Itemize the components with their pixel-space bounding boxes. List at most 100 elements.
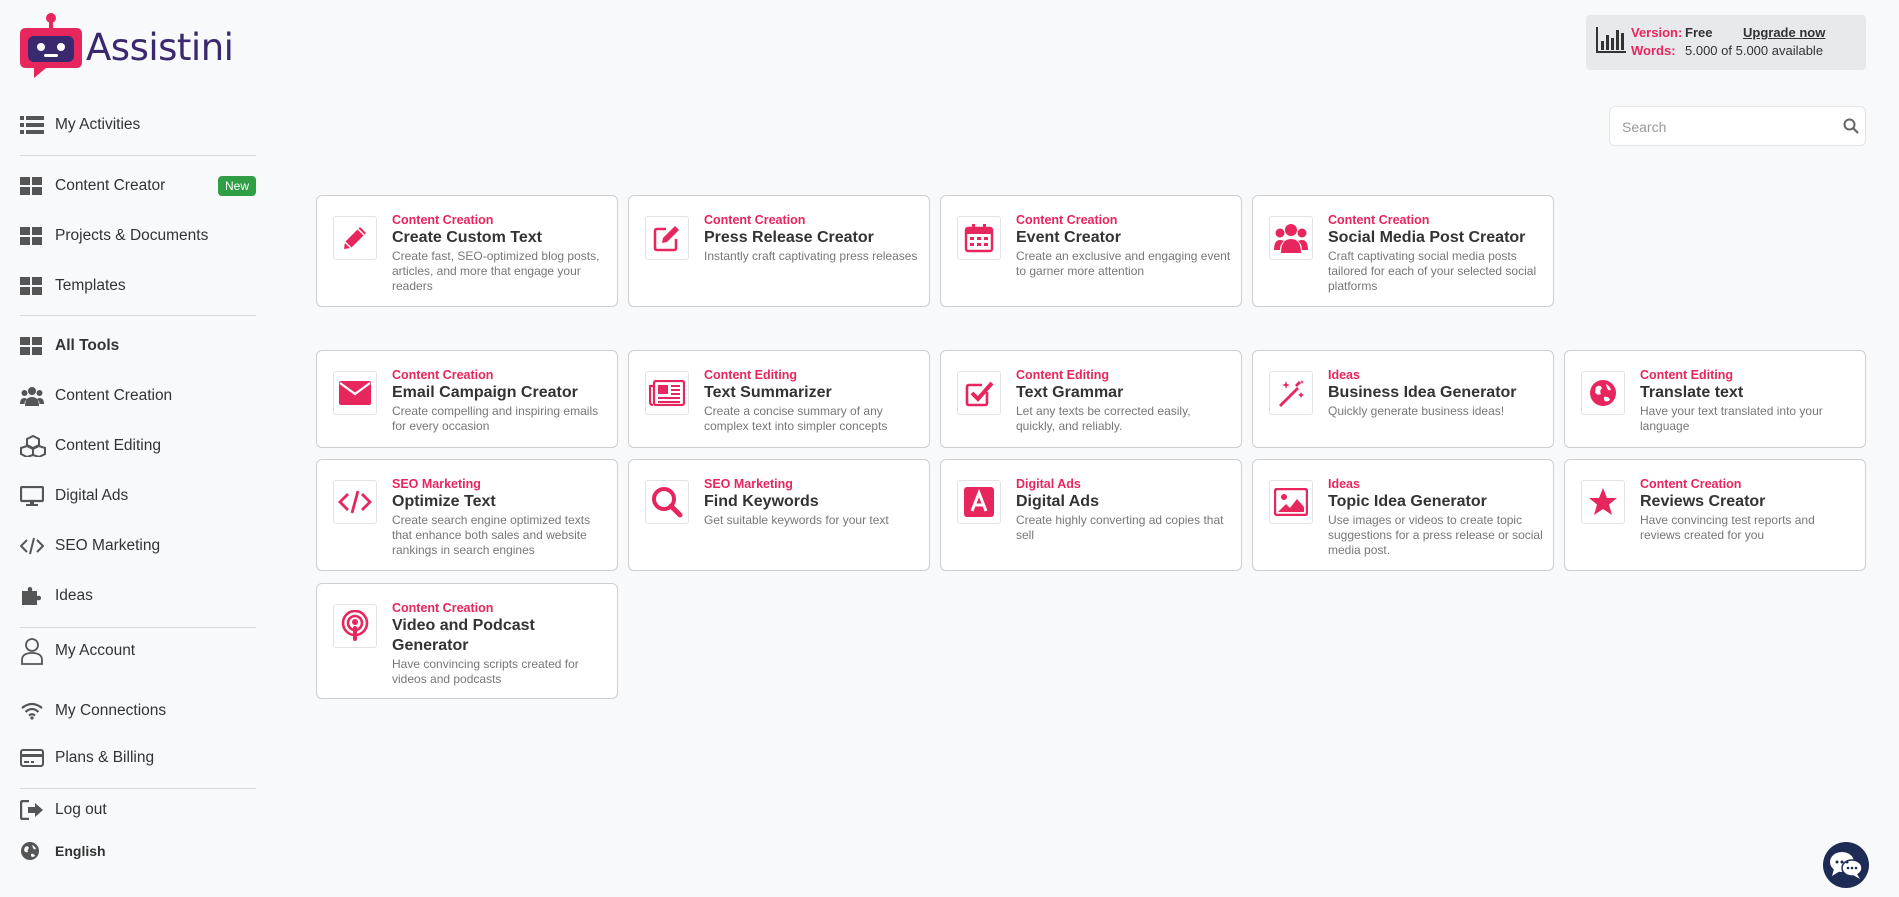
tool-card-create-custom-text[interactable]: Content Creation Create Custom Text Crea… <box>316 195 618 307</box>
tool-card-optimize-text[interactable]: SEO Marketing Optimize Text Create searc… <box>316 459 618 571</box>
logout-icon <box>20 799 46 821</box>
version-row: Version: Free <box>1631 25 1712 40</box>
envelope-icon <box>333 371 377 415</box>
sidebar-item-log-out[interactable]: Log out <box>20 795 256 825</box>
search-input[interactable] <box>1622 116 1822 138</box>
bar-chart-icon <box>1596 27 1626 53</box>
sidebar-item-my-activities[interactable]: My Activities <box>20 110 256 140</box>
cubes-icon <box>20 435 46 457</box>
check-square-icon <box>957 371 1001 415</box>
logo[interactable]: Assistini <box>18 12 234 82</box>
tool-card-topic-idea-generator[interactable]: Ideas Topic Idea Generator Use images or… <box>1252 459 1554 571</box>
wifi-icon <box>20 700 46 722</box>
words-row: Words: 5.000 of 5.000 available <box>1631 43 1823 58</box>
chat-icon <box>1830 852 1863 879</box>
monitor-icon <box>20 485 46 507</box>
tool-card-business-idea-generator[interactable]: Ideas Business Idea Generator Quickly ge… <box>1252 350 1554 448</box>
card-category: Ideas <box>1328 368 1360 382</box>
tool-card-translate-text[interactable]: Content Editing Translate text Have your… <box>1564 350 1866 448</box>
brand-name: Assistini <box>86 25 234 69</box>
sidebar-item-label: Content Editing <box>55 437 161 454</box>
card-description: Create compelling and inspiring emails f… <box>392 404 599 433</box>
search-icon[interactable] <box>1843 118 1859 134</box>
language-label: English <box>55 843 106 859</box>
code-icon <box>333 480 377 524</box>
card-title: Social Media Post Creator <box>1328 229 1526 246</box>
edit-icon <box>645 216 689 260</box>
upgrade-link[interactable]: Upgrade now <box>1743 25 1825 40</box>
card-text: Content Creation Email Campaign Creator … <box>392 368 607 434</box>
ad-icon <box>957 480 1001 524</box>
tool-card-text-grammar[interactable]: Content Editing Text Grammar Let any tex… <box>940 350 1242 448</box>
globe-icon <box>20 840 46 862</box>
plan-info: Version: Free Upgrade now Words: 5.000 of … <box>1586 15 1866 70</box>
sidebar-item-my-account[interactable]: My Account <box>20 636 256 666</box>
card-text: Ideas Topic Idea Generator Use images or… <box>1328 477 1543 558</box>
language-selector[interactable]: English <box>20 836 256 866</box>
sidebar-item-content-creator[interactable]: Content Creator New <box>20 171 256 201</box>
globe-icon <box>1581 371 1625 415</box>
card-category: Content Creation <box>392 601 494 615</box>
tool-card-find-keywords[interactable]: SEO Marketing Find Keywords Get suitable… <box>628 459 930 571</box>
card-text: Content Creation Create Custom Text Crea… <box>392 213 607 294</box>
users-icon <box>1269 216 1313 260</box>
tool-card-video-podcast-generator[interactable]: Content Creation Video and Podcast Gener… <box>316 583 618 699</box>
tool-card-event-creator[interactable]: Content Creation Event Creator Create an… <box>940 195 1242 307</box>
divider <box>20 788 256 789</box>
list-icon <box>20 114 46 136</box>
tool-card-press-release-creator[interactable]: Content Creation Press Release Creator I… <box>628 195 930 307</box>
sidebar-item-projects-documents[interactable]: Projects & Documents <box>20 221 256 251</box>
sidebar-item-label: Content Creation <box>55 387 173 404</box>
sidebar-item-my-connections[interactable]: My Connections <box>20 696 256 726</box>
version-value: Free <box>1685 25 1713 40</box>
card-category: Content Creation <box>392 213 494 227</box>
card-title: Create Custom Text <box>392 229 542 246</box>
card-category: Content Editing <box>704 368 798 382</box>
card-text: Content Editing Translate text Have your… <box>1640 368 1855 434</box>
card-category: Content Creation <box>1640 477 1742 491</box>
card-category: SEO Marketing <box>704 477 793 491</box>
credit-card-icon <box>20 747 46 769</box>
card-text: Content Editing Text Summarizer Create a… <box>704 368 919 434</box>
image-icon <box>1269 480 1313 524</box>
words-value: 5.000 of 5.000 available <box>1685 43 1824 58</box>
card-description: Quickly generate business ideas! <box>1328 404 1505 418</box>
card-title: Digital Ads <box>1016 493 1099 510</box>
card-description: Instantly craft captivating press releas… <box>704 249 918 263</box>
tool-card-social-media-post-creator[interactable]: Content Creation Social Media Post Creat… <box>1252 195 1554 307</box>
sidebar-item-digital-ads[interactable]: Digital Ads <box>20 481 256 511</box>
card-category: Content Editing <box>1640 368 1734 382</box>
new-badge: New <box>217 176 256 196</box>
pencil-icon <box>333 216 377 260</box>
card-title: Find Keywords <box>704 493 819 510</box>
sidebar-item-label: My Activities <box>55 116 141 133</box>
divider <box>20 155 256 156</box>
card-category: Content Editing <box>1016 368 1110 382</box>
sidebar-item-content-creation[interactable]: Content Creation <box>20 381 256 411</box>
sidebar-item-templates[interactable]: Templates <box>20 271 256 301</box>
code-icon <box>20 535 46 557</box>
tool-card-text-summarizer[interactable]: Content Editing Text Summarizer Create a… <box>628 350 930 448</box>
tool-card-reviews-creator[interactable]: Content Creation Reviews Creator Have co… <box>1564 459 1866 571</box>
card-title: Event Creator <box>1016 229 1121 246</box>
grid-icon <box>20 335 46 357</box>
card-text: Content Creation Social Media Post Creat… <box>1328 213 1543 294</box>
tool-card-email-campaign-creator[interactable]: Content Creation Email Campaign Creator … <box>316 350 618 448</box>
card-description: Let any texts be corrected easily, quick… <box>1016 404 1191 433</box>
calendar-icon <box>957 216 1001 260</box>
sidebar-item-ideas[interactable]: Ideas <box>20 581 256 611</box>
grid-icon <box>20 275 46 297</box>
card-description: Create fast, SEO-optimized blog posts, a… <box>392 249 600 293</box>
sidebar-item-label: SEO Marketing <box>55 537 161 554</box>
card-description: Have convincing test reports and reviews… <box>1640 513 1815 542</box>
card-category: Ideas <box>1328 477 1360 491</box>
sidebar-item-content-editing[interactable]: Content Editing <box>20 431 256 461</box>
sidebar-item-seo-marketing[interactable]: SEO Marketing <box>20 531 256 561</box>
sidebar-item-all-tools[interactable]: All Tools <box>20 331 256 361</box>
chat-button[interactable] <box>1823 842 1869 888</box>
robot-logo-icon <box>20 13 82 78</box>
tool-card-digital-ads[interactable]: Digital Ads Digital Ads Create highly co… <box>940 459 1242 571</box>
search-box <box>1609 106 1866 146</box>
card-text: SEO Marketing Find Keywords Get suitable… <box>704 477 919 528</box>
sidebar-item-plans-billing[interactable]: Plans & Billing <box>20 743 256 773</box>
